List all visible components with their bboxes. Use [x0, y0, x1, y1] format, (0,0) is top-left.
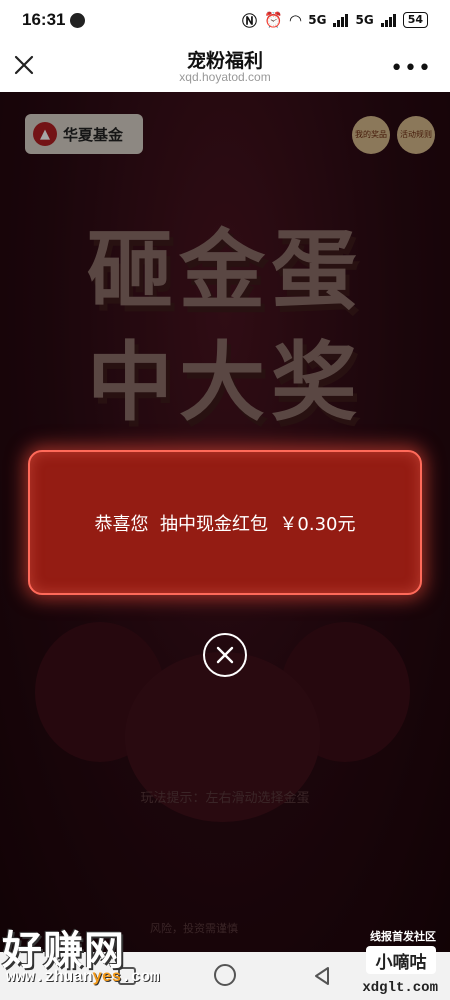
more-menu-button[interactable]: ••• — [390, 56, 432, 81]
wifi-icon: ◠ — [289, 11, 302, 29]
watermark-right-caption: 线报首发社区 — [370, 930, 436, 943]
watermark-url-part: www.zhuan — [6, 968, 93, 986]
network-type-1: 5G — [308, 13, 327, 27]
signal-icon — [333, 13, 349, 27]
close-icon — [216, 646, 234, 664]
watermark-left-url: www.zhuanyes.com — [6, 968, 160, 986]
alarm-icon: ⏰ — [264, 11, 283, 29]
back-triangle-icon — [315, 967, 329, 985]
network-type-2: 5G — [355, 13, 374, 27]
page-title: 宠粉福利 — [186, 50, 263, 72]
status-icons: Ⓝ ⏰ ◠ 5G 5G 54 — [242, 10, 428, 31]
watermark-right-url: xdglt.com — [362, 980, 438, 996]
modal-close-button[interactable] — [203, 633, 247, 677]
status-bar: 16:31 Ⓝ ⏰ ◠ 5G 5G 54 — [0, 0, 450, 40]
chat-bubble-icon — [70, 12, 86, 28]
home-button[interactable] — [214, 964, 236, 986]
back-button[interactable] — [310, 964, 334, 988]
battery-icon: 54 — [402, 12, 428, 28]
prize-message: 恭喜您 抽中现金红包 ￥0.30元 — [94, 513, 356, 535]
prize-modal: 恭喜您 抽中现金红包 ￥0.30元 — [28, 450, 422, 595]
status-time: 16:31 — [22, 10, 66, 29]
browser-title-bar: 宠粉福利 xqd.hoyatod.com ••• — [0, 40, 450, 92]
watermark-right-logo: 小嘀咕 — [366, 946, 436, 974]
watermark-url-highlight: yes — [92, 968, 122, 986]
nfc-icon: Ⓝ — [242, 11, 258, 30]
page-url: xqd.hoyatod.com — [179, 70, 271, 84]
watermark-url-part: .com — [121, 968, 160, 986]
signal-icon — [380, 13, 396, 27]
